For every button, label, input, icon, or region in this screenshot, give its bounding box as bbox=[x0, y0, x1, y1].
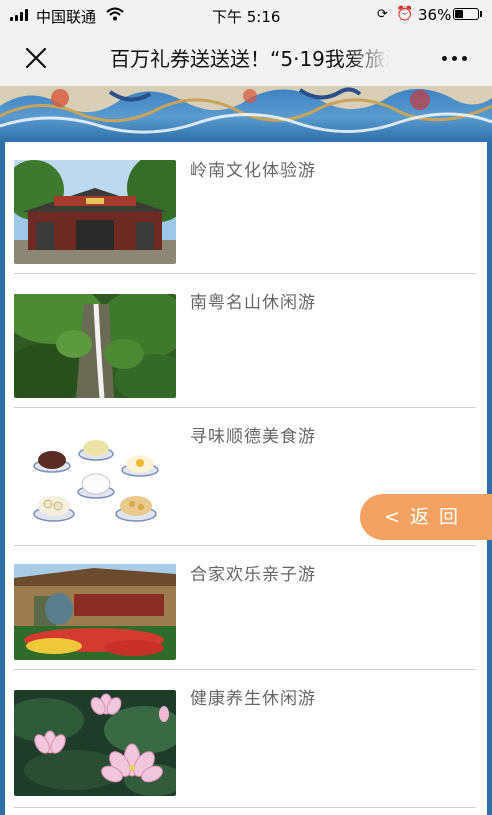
status-bar: 中国联通 下午 5:16 ⟳ ⏰ 36% bbox=[0, 0, 492, 30]
list-item-label: 合家欢乐亲子游 bbox=[190, 565, 316, 585]
dessert-bowls-photo bbox=[14, 426, 176, 532]
mountain-waterfall-photo bbox=[14, 294, 176, 398]
carrier-name: 中国联通 bbox=[36, 8, 97, 26]
list-item-label: 寻味顺德美食游 bbox=[190, 427, 316, 447]
lotus-flower-photo bbox=[14, 690, 176, 796]
battery-icon bbox=[453, 8, 479, 20]
flower-park-photo bbox=[14, 564, 176, 660]
nav-bar: 百万礼券送送送！“5·19我爱旅游日” bbox=[0, 30, 492, 86]
list-item[interactable]: 岭南文化体验游 bbox=[5, 142, 487, 274]
header-banner bbox=[0, 86, 492, 142]
back-button[interactable]: < 返 回 bbox=[360, 494, 492, 540]
list-item-label: 南粤名山休闲游 bbox=[190, 293, 316, 313]
close-icon[interactable] bbox=[24, 46, 48, 70]
page-title: 百万礼券送送送！“5·19我爱旅游日” bbox=[110, 47, 390, 71]
alarm-icon: ⏰ bbox=[396, 6, 414, 22]
content-list: 岭南文化体验游 南粤名山休闲游 寻味顺德美食游 合家欢乐亲子游 健康养生休闲游 bbox=[5, 142, 487, 815]
clock: 下午 5:16 bbox=[212, 8, 281, 26]
signal-icon bbox=[10, 9, 30, 21]
rotation-lock-icon: ⟳ bbox=[377, 7, 388, 22]
battery-tip bbox=[480, 11, 482, 17]
list-item-label: 岭南文化体验游 bbox=[190, 161, 316, 181]
list-item[interactable]: 健康养生休闲游 bbox=[5, 670, 487, 815]
wifi-icon bbox=[106, 7, 124, 21]
list-item[interactable]: 南粤名山休闲游 bbox=[5, 274, 487, 407]
wave-pattern bbox=[0, 86, 492, 134]
temple-gate-photo bbox=[14, 160, 176, 264]
more-icon[interactable] bbox=[442, 56, 468, 62]
divider bbox=[14, 807, 476, 808]
list-item-label: 健康养生休闲游 bbox=[190, 689, 316, 709]
battery-percent: 36% bbox=[418, 6, 452, 24]
list-item[interactable]: 合家欢乐亲子游 bbox=[5, 546, 487, 670]
